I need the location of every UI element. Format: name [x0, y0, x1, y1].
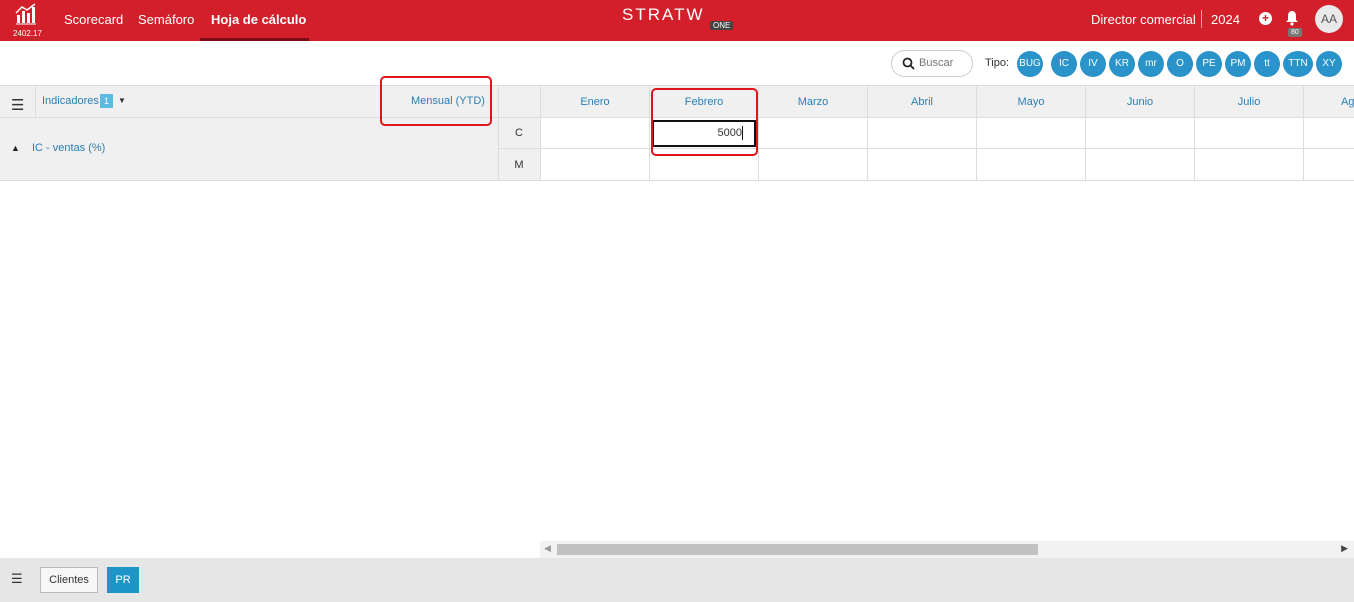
month-header-mayo[interactable]: Mayo: [977, 96, 1085, 108]
row-divider: [498, 148, 1354, 149]
type-filter-label: Tipo:: [985, 57, 1010, 69]
indicators-dropdown-label[interactable]: Indicadores: [42, 95, 99, 107]
type-filter-pe[interactable]: PE: [1196, 51, 1222, 77]
year-selector[interactable]: 2024: [1211, 12, 1240, 27]
scroll-left-icon[interactable]: ◀: [544, 543, 551, 554]
sheets-menu-icon[interactable]: ☰: [11, 571, 23, 587]
type-filter-o[interactable]: O: [1167, 51, 1193, 77]
top-navbar: 2402.17 Scorecard Semáforo Hoja de cálcu…: [0, 0, 1354, 41]
sheet-tab-pr[interactable]: PR: [107, 567, 139, 593]
sheet-tabs-bar: [0, 558, 1354, 602]
collapse-triangle-icon[interactable]: ▲: [11, 143, 20, 153]
type-filter-mr[interactable]: mr: [1138, 51, 1164, 77]
type-filter-iv[interactable]: IV: [1080, 51, 1106, 77]
header-divider: [1201, 10, 1202, 28]
type-filter-tt[interactable]: tt: [1254, 51, 1280, 77]
chevron-down-icon[interactable]: ▼: [118, 96, 126, 105]
search-input[interactable]: [919, 57, 969, 69]
column-divider: [35, 86, 36, 118]
app-version: 2402.17: [13, 29, 42, 38]
grid-menu-icon[interactable]: ☰: [11, 96, 24, 114]
avatar[interactable]: AA: [1315, 5, 1343, 33]
user-role[interactable]: Director comercial: [1091, 12, 1196, 27]
type-filter-kr[interactable]: KR: [1109, 51, 1135, 77]
search-icon: [902, 57, 915, 70]
indicators-count-badge: 1: [100, 94, 113, 108]
month-header-abril[interactable]: Abril: [868, 96, 976, 108]
active-tab-indicator: [200, 38, 309, 41]
month-header-agosto[interactable]: Ag: [1304, 96, 1354, 108]
nav-hoja-de-calculo[interactable]: Hoja de cálculo: [211, 12, 306, 27]
type-filter-xy[interactable]: XY: [1316, 51, 1342, 77]
sheet-tab-clientes[interactable]: Clientes: [40, 567, 98, 593]
search-box[interactable]: [891, 50, 973, 77]
add-icon[interactable]: +: [1259, 12, 1272, 25]
brand-logo: STRATW: [622, 5, 705, 24]
month-header-junio[interactable]: Junio: [1086, 96, 1194, 108]
brand-suffix: ONE: [710, 21, 734, 30]
indicator-name[interactable]: IC - ventas (%): [32, 142, 105, 154]
app-logo[interactable]: 2402.17: [10, 3, 44, 38]
highlight-box-febrero: [651, 88, 758, 156]
chart-logo-icon: [15, 3, 36, 25]
nav-semaforo[interactable]: Semáforo: [138, 12, 194, 27]
notification-badge: 80: [1288, 28, 1302, 37]
month-header-enero[interactable]: Enero: [541, 96, 649, 108]
type-filter-bug[interactable]: BUG: [1017, 51, 1043, 77]
row-label-m: M: [514, 159, 524, 171]
type-filter-ic[interactable]: IC: [1051, 51, 1077, 77]
type-filter-ttn[interactable]: TTN: [1283, 51, 1313, 77]
highlight-box-period: [380, 76, 492, 126]
month-header-julio[interactable]: Julio: [1195, 96, 1303, 108]
type-filter-pm[interactable]: PM: [1225, 51, 1251, 77]
month-header-marzo[interactable]: Marzo: [759, 96, 867, 108]
nav-scorecard[interactable]: Scorecard: [64, 12, 123, 27]
scrollbar-thumb[interactable]: [557, 544, 1038, 555]
row-label-c: C: [515, 127, 523, 139]
scroll-right-icon[interactable]: ▶: [1341, 543, 1348, 554]
horizontal-scrollbar[interactable]: ◀ ▶: [540, 541, 1354, 558]
